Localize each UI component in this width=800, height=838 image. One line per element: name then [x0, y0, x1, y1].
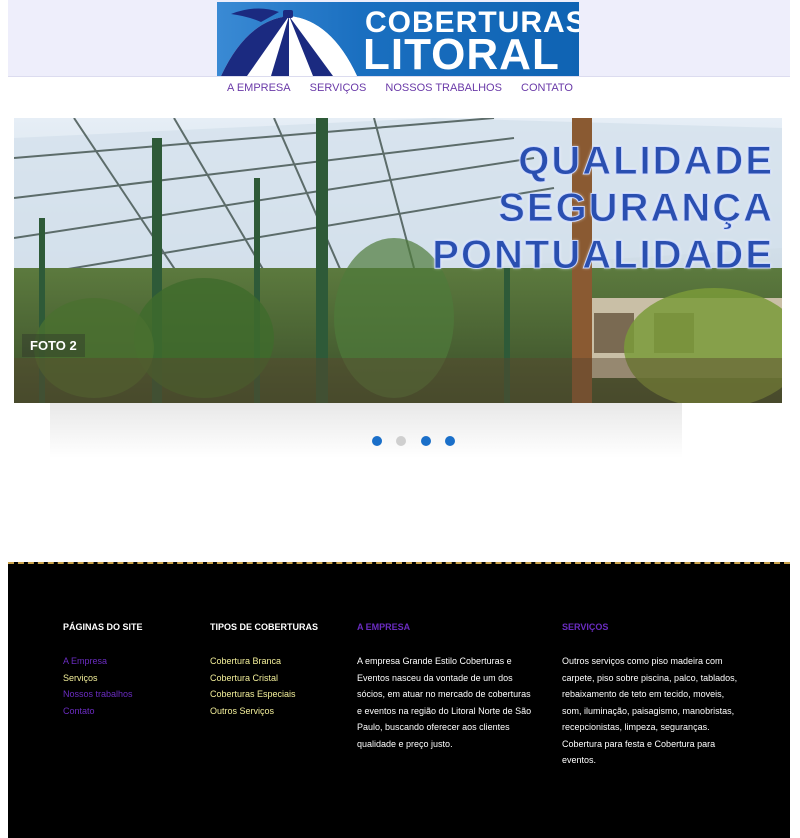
slide-dot-1[interactable]: [372, 436, 382, 446]
site-footer: PÁGINAS DO SITE A Empresa Serviços Nosso…: [8, 562, 790, 838]
footer-services-title: SERVIÇOS: [562, 622, 609, 632]
footer-company-column: A EMPRESA A empresa Grande Estilo Cobert…: [357, 621, 537, 752]
footer-company-title: A EMPRESA: [357, 622, 411, 632]
footer-pages-column: PÁGINAS DO SITE A Empresa Serviços Nosso…: [63, 621, 193, 719]
headline-pontualidade: PONTUALIDADE: [432, 233, 774, 278]
headline-seguranca: SEGURANÇA: [498, 186, 774, 231]
footer-link-cobertura-cristal[interactable]: Cobertura Cristal: [210, 670, 340, 687]
headline-qualidade: QUALIDADE: [518, 139, 774, 184]
slider-pagination: [372, 433, 465, 446]
slide-caption: FOTO 2: [22, 334, 85, 357]
slide-headline: QUALIDADE SEGURANÇA PONTUALIDADE: [432, 138, 774, 279]
footer-pages-title: PÁGINAS DO SITE: [63, 622, 143, 632]
footer-company-text: A empresa Grande Estilo Coberturas e Eve…: [357, 656, 532, 749]
footer-services-text: Outros serviços como piso madeira com ca…: [562, 656, 738, 765]
nav-item-servicos[interactable]: SERVIÇOS: [310, 82, 367, 94]
nav-item-trabalhos[interactable]: NOSSOS TRABALHOS: [385, 82, 502, 94]
slide-dot-3[interactable]: [420, 436, 431, 446]
footer-coverings-column: TIPOS DE COBERTURAS Cobertura Branca Cob…: [210, 621, 340, 719]
footer-link-trabalhos[interactable]: Nossos trabalhos: [63, 686, 193, 703]
footer-link-servicos[interactable]: Serviços: [63, 670, 193, 687]
brand-line2: LITORAL: [363, 30, 560, 77]
footer-link-outros-servicos[interactable]: Outros Serviços: [210, 703, 340, 720]
footer-services-column: SERVIÇOS Outros serviços como piso madei…: [562, 621, 742, 769]
footer-link-contato[interactable]: Contato: [63, 703, 193, 720]
footer-link-coberturas-especiais[interactable]: Coberturas Especiais: [210, 686, 340, 703]
footer-link-empresa[interactable]: A Empresa: [63, 653, 193, 670]
slider-shadow: [50, 403, 682, 458]
nav-item-contato[interactable]: CONTATO: [521, 82, 573, 94]
main-nav: A EMPRESA SERVIÇOS NOSSOS TRABALHOS CONT…: [0, 82, 800, 94]
footer-link-cobertura-branca[interactable]: Cobertura Branca: [210, 653, 340, 670]
footer-coverings-title: TIPOS DE COBERTURAS: [210, 622, 319, 632]
site-logo[interactable]: COBERTURAS LITORAL: [217, 2, 579, 76]
nav-item-empresa[interactable]: A EMPRESA: [227, 82, 291, 94]
image-slider[interactable]: QUALIDADE SEGURANÇA PONTUALIDADE FOTO 2: [14, 118, 782, 403]
